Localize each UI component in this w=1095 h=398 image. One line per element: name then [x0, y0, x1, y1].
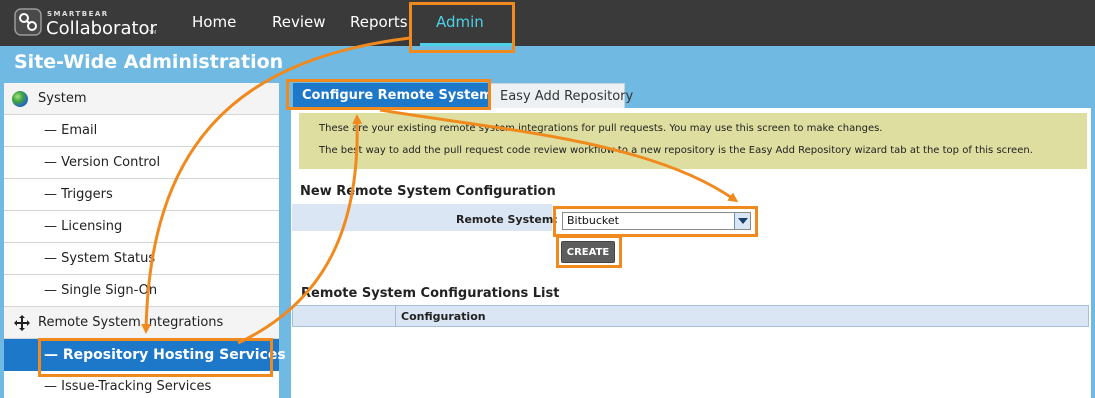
brand-small-text: SMARTBEAR	[47, 10, 109, 18]
nav-review[interactable]: Review	[272, 0, 326, 46]
new-config-section-title: New Remote System Configuration	[300, 184, 556, 199]
tab-easy-add-repository[interactable]: Easy Add Repository	[490, 83, 633, 109]
sidebar-item-single-sign-on[interactable]: — Single Sign-On	[4, 275, 279, 307]
column-header-configuration[interactable]: Configuration	[401, 310, 486, 323]
remote-system-label: Remote System:	[456, 213, 558, 226]
globe-icon	[12, 91, 28, 107]
column-divider	[395, 306, 396, 326]
collaborator-logo-icon	[14, 8, 42, 36]
sidebar-item-email[interactable]: — Email	[4, 115, 279, 147]
sidebar-item-system[interactable]: System	[4, 83, 279, 115]
sidebar-item-licensing[interactable]: — Licensing	[4, 211, 279, 243]
nav-home[interactable]: Home	[192, 0, 236, 46]
remote-system-select-highlight-box	[553, 206, 758, 237]
info-message-box: These are your existing remote system in…	[299, 113, 1087, 169]
sidebar-item-version-control[interactable]: — Version Control	[4, 147, 279, 179]
info-text-line-2: The best way to add the pull request cod…	[319, 145, 1033, 156]
configure-remote-systems-panel: These are your existing remote system in…	[291, 108, 1091, 398]
top-navigation-bar: SMARTBEAR Collaborator TM Home Review Re…	[0, 0, 1095, 46]
sidebar-item-remote-system-integrations[interactable]: Remote System Integrations	[4, 307, 279, 339]
nav-reports[interactable]: Reports	[350, 0, 408, 46]
info-text-line-1: These are your existing remote system in…	[319, 123, 883, 134]
repository-hosting-highlight-box	[38, 338, 273, 377]
brand-name-text: Collaborator	[46, 18, 157, 39]
config-list-section-title: Remote System Configurations List	[301, 286, 560, 301]
configurations-table-header: Configuration	[292, 305, 1089, 327]
brand-tm-text: TM	[149, 30, 157, 36]
admin-highlight-box	[409, 2, 515, 53]
sidebar-item-label: System	[38, 91, 87, 106]
sidebar-item-triggers[interactable]: — Triggers	[4, 179, 279, 211]
sidebar-item-system-status[interactable]: — System Status	[4, 243, 279, 275]
sidebar-item-label: Remote System Integrations	[38, 315, 224, 330]
page-title: Site-Wide Administration	[14, 51, 284, 73]
create-button-highlight-box	[556, 235, 622, 268]
configure-tab-highlight-box	[286, 79, 491, 110]
move-icon	[14, 315, 30, 331]
